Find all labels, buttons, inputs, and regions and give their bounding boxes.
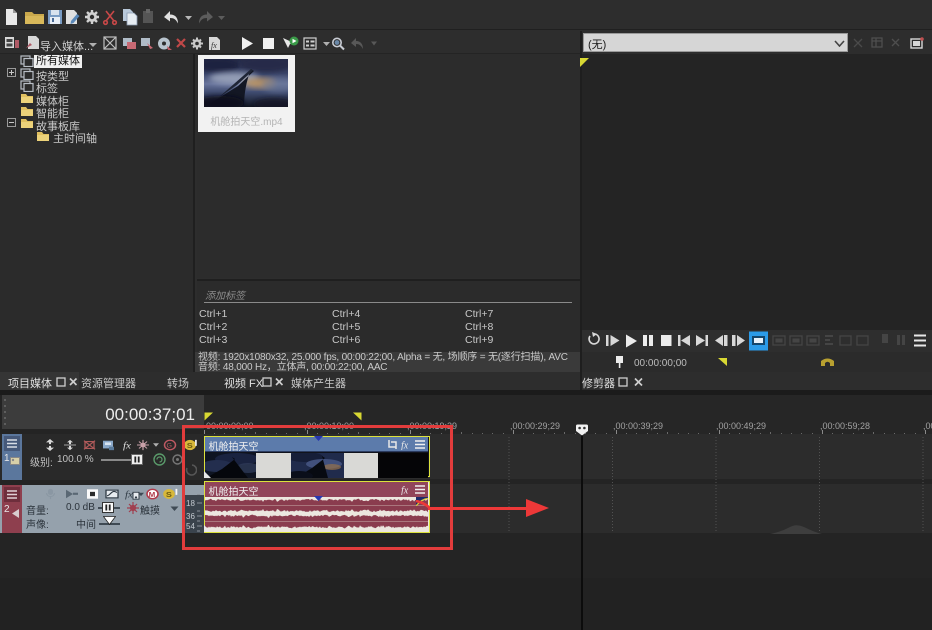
svg-text:fx: fx [211,41,217,50]
